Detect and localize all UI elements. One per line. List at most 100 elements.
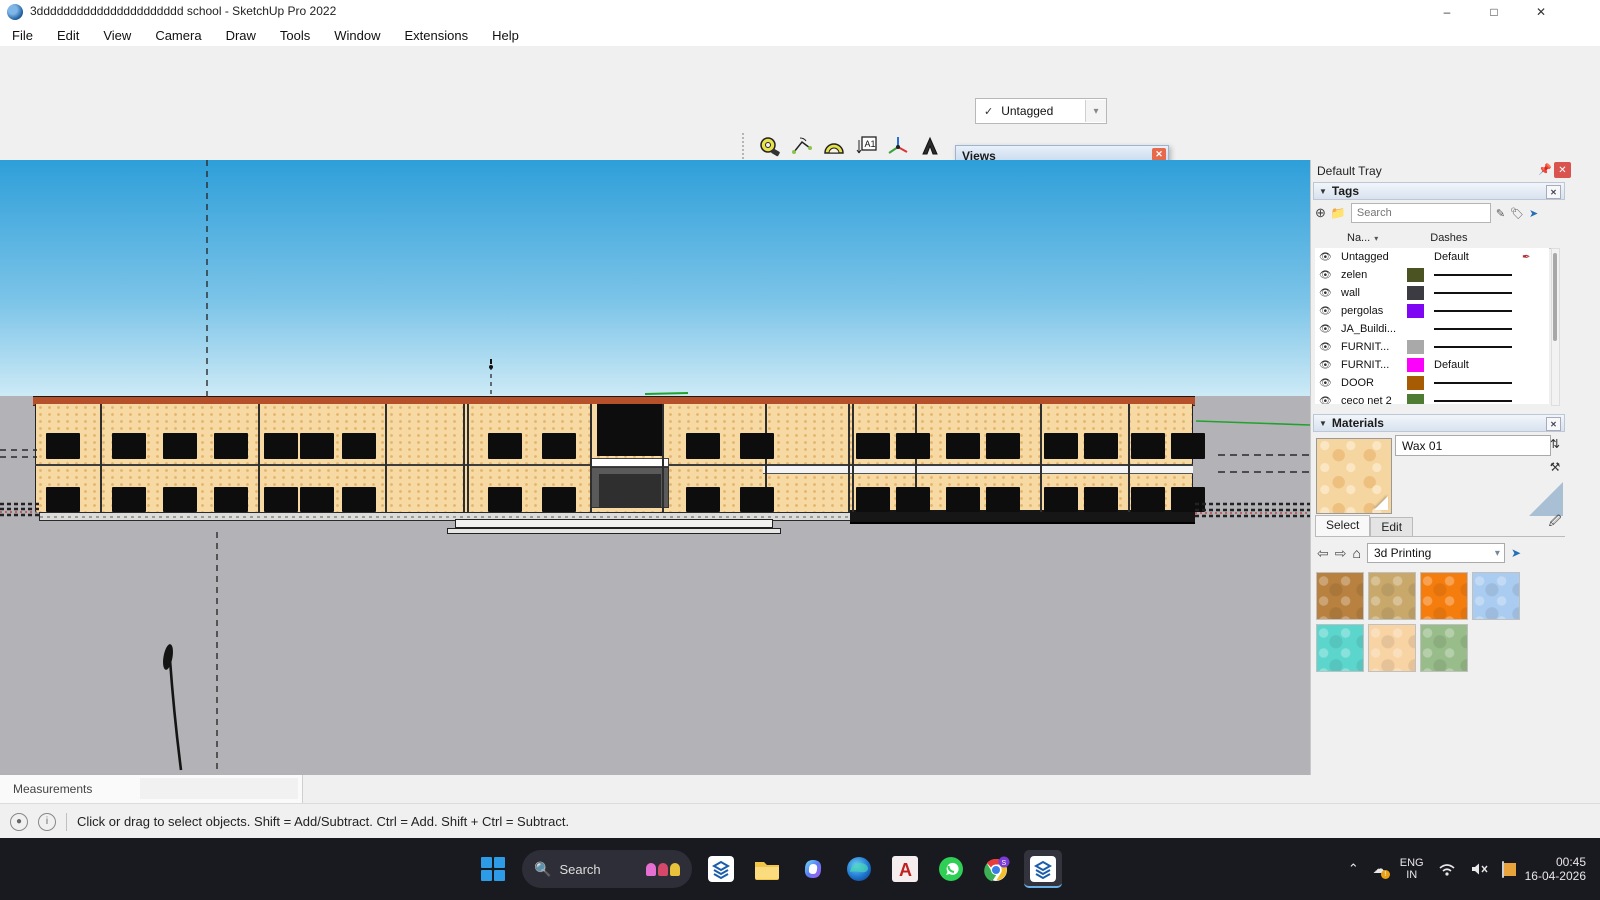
sketchup-pinned-icon[interactable] (702, 850, 740, 888)
tag-color-swatch[interactable] (1407, 340, 1424, 354)
visibility-eye-icon[interactable]: 👁 (1319, 360, 1335, 371)
language-indicator[interactable]: ENGIN (1400, 857, 1424, 881)
tags-scrollbar[interactable] (1551, 248, 1560, 406)
minimize-button[interactable]: – (1424, 0, 1470, 24)
collapse-triangle-icon[interactable]: ▼ (1319, 419, 1327, 428)
wifi-icon[interactable] (1438, 862, 1456, 876)
clock[interactable]: 00:45 16-04-2026 (1525, 855, 1586, 883)
file-explorer-icon[interactable] (748, 850, 786, 888)
tab-select[interactable]: Select (1315, 515, 1370, 536)
text-tool[interactable]: A1 (852, 132, 880, 160)
taskbar-search[interactable]: 🔍 Search (522, 850, 692, 888)
tag-row[interactable]: 👁FURNIT... (1315, 338, 1549, 356)
menu-window[interactable]: Window (322, 28, 392, 43)
materials-category-dropdown[interactable]: 3d Printing ▾ (1367, 543, 1505, 563)
menu-camera[interactable]: Camera (143, 28, 213, 43)
copilot-icon[interactable] (794, 850, 832, 888)
measurements-value-field[interactable] (140, 778, 298, 799)
tag-details-icon[interactable]: ➤ (1529, 207, 1538, 220)
start-button[interactable] (474, 850, 512, 888)
tag-dash-style[interactable] (1434, 328, 1520, 330)
tag-name[interactable]: pergolas (1341, 305, 1403, 317)
purge-tags-icon[interactable]: 🏷 (1510, 207, 1524, 220)
menu-extensions[interactable]: Extensions (393, 28, 481, 43)
tag-row[interactable]: 👁 pergolas (1315, 302, 1549, 320)
tags-close-icon[interactable]: ✕ (1546, 185, 1561, 199)
volume-muted-icon[interactable] (1470, 862, 1488, 876)
geolocation-icon[interactable]: ● (10, 813, 28, 831)
tag-color-swatch[interactable] (1407, 358, 1424, 372)
onedrive-icon[interactable]: ☁ ! (1373, 861, 1386, 877)
tag-row[interactable]: 👁 wall (1315, 284, 1549, 302)
material-swatch[interactable] (1472, 572, 1520, 620)
tag-dash-style[interactable] (1434, 346, 1520, 348)
tag-color-swatch[interactable] (1407, 304, 1424, 318)
materials-details-icon[interactable]: ➤ (1511, 546, 1521, 560)
menu-tools[interactable]: Tools (268, 28, 322, 43)
material-swatch[interactable] (1420, 624, 1468, 672)
back-arrow-icon[interactable]: ⇦ (1317, 545, 1329, 562)
visibility-eye-icon[interactable]: 👁 (1319, 270, 1335, 281)
tag-row[interactable]: 👁DOOR (1315, 374, 1549, 392)
tag-color-swatch[interactable] (1407, 268, 1424, 282)
tape-measure-tool[interactable] (756, 132, 784, 160)
tag-color-swatch[interactable] (1407, 286, 1424, 300)
materials-close-icon[interactable]: ✕ (1546, 417, 1561, 431)
tag-name[interactable]: JA_Buildi... (1341, 323, 1403, 335)
battery-icon[interactable] (1502, 862, 1504, 877)
edge-icon[interactable] (840, 850, 878, 888)
add-tag-icon[interactable]: ⊕ (1315, 205, 1326, 221)
tag-dash-style[interactable] (1434, 274, 1520, 276)
tag-row[interactable]: 👁 ceco net 2 (1315, 392, 1549, 404)
visibility-eye-icon[interactable]: 👁 (1319, 288, 1335, 299)
menu-view[interactable]: View (91, 28, 143, 43)
tray-chevron-icon[interactable]: ⌃ (1348, 861, 1359, 877)
menu-draw[interactable]: Draw (214, 28, 268, 43)
menu-file[interactable]: File (0, 28, 45, 43)
tag-color-swatch[interactable] (1407, 394, 1424, 404)
close-button[interactable]: ✕ (1518, 0, 1564, 24)
tag-name[interactable]: wall (1341, 287, 1403, 299)
edit-tag-icon[interactable]: ✎ (1496, 207, 1505, 220)
menu-edit[interactable]: Edit (45, 28, 91, 43)
tag-dash-style[interactable]: Default (1434, 359, 1520, 371)
tag-dash-style[interactable]: Default (1434, 251, 1520, 263)
toolbar-grip[interactable] (742, 133, 748, 159)
column-dashes[interactable]: Dashes (1430, 232, 1467, 244)
tag-dash-style[interactable] (1434, 292, 1520, 294)
tag-name[interactable]: FURNIT... (1341, 341, 1403, 353)
protractor-tool[interactable] (820, 132, 848, 160)
tag-name[interactable]: FURNIT... (1341, 359, 1403, 371)
pin-icon[interactable]: 📌 (1537, 163, 1553, 178)
tag-search-input[interactable] (1351, 203, 1491, 223)
tag-dash-style[interactable] (1434, 310, 1520, 312)
forward-arrow-icon[interactable]: ⇨ (1335, 545, 1347, 562)
sketchup-running-icon[interactable] (1024, 850, 1062, 888)
info-icon[interactable]: i (38, 813, 56, 831)
tag-name[interactable]: zelen (1341, 269, 1403, 281)
visibility-eye-icon[interactable]: 👁 (1319, 324, 1335, 335)
tag-color-swatch[interactable] (1407, 322, 1424, 336)
active-tag-dropdown[interactable]: ✓ Untagged ▾ (975, 98, 1107, 124)
material-swatch[interactable] (1368, 624, 1416, 672)
tag-row[interactable]: 👁UntaggedDefault✒ (1315, 248, 1549, 266)
3d-text-tool[interactable] (916, 132, 944, 160)
add-tag-folder-icon[interactable]: 📁 (1331, 206, 1346, 220)
tag-row[interactable]: 👁 zelen (1315, 266, 1549, 284)
tray-close-icon[interactable]: ✕ (1554, 162, 1571, 178)
tag-dash-style[interactable] (1434, 400, 1520, 402)
model-viewport[interactable] (0, 160, 1310, 775)
visibility-eye-icon[interactable]: 👁 (1319, 396, 1335, 405)
tag-color-swatch[interactable] (1407, 376, 1424, 390)
chevron-down-icon[interactable]: ▾ (1085, 100, 1106, 122)
whatsapp-icon[interactable] (932, 850, 970, 888)
tag-name[interactable]: ceco net 2 (1341, 395, 1403, 404)
material-name-field[interactable]: Wax 01 (1395, 435, 1551, 456)
tags-section-header[interactable]: ▼ Tags ✕ (1313, 182, 1565, 200)
material-swatch[interactable] (1316, 572, 1364, 620)
materials-section-header[interactable]: ▼ Materials ✕ (1313, 414, 1565, 432)
visibility-eye-icon[interactable]: 👁 (1319, 306, 1335, 317)
visibility-eye-icon[interactable]: 👁 (1319, 252, 1335, 263)
in-model-home-icon[interactable]: ⌂ (1352, 545, 1360, 561)
tag-row[interactable]: 👁 FURNIT... Default (1315, 356, 1549, 374)
